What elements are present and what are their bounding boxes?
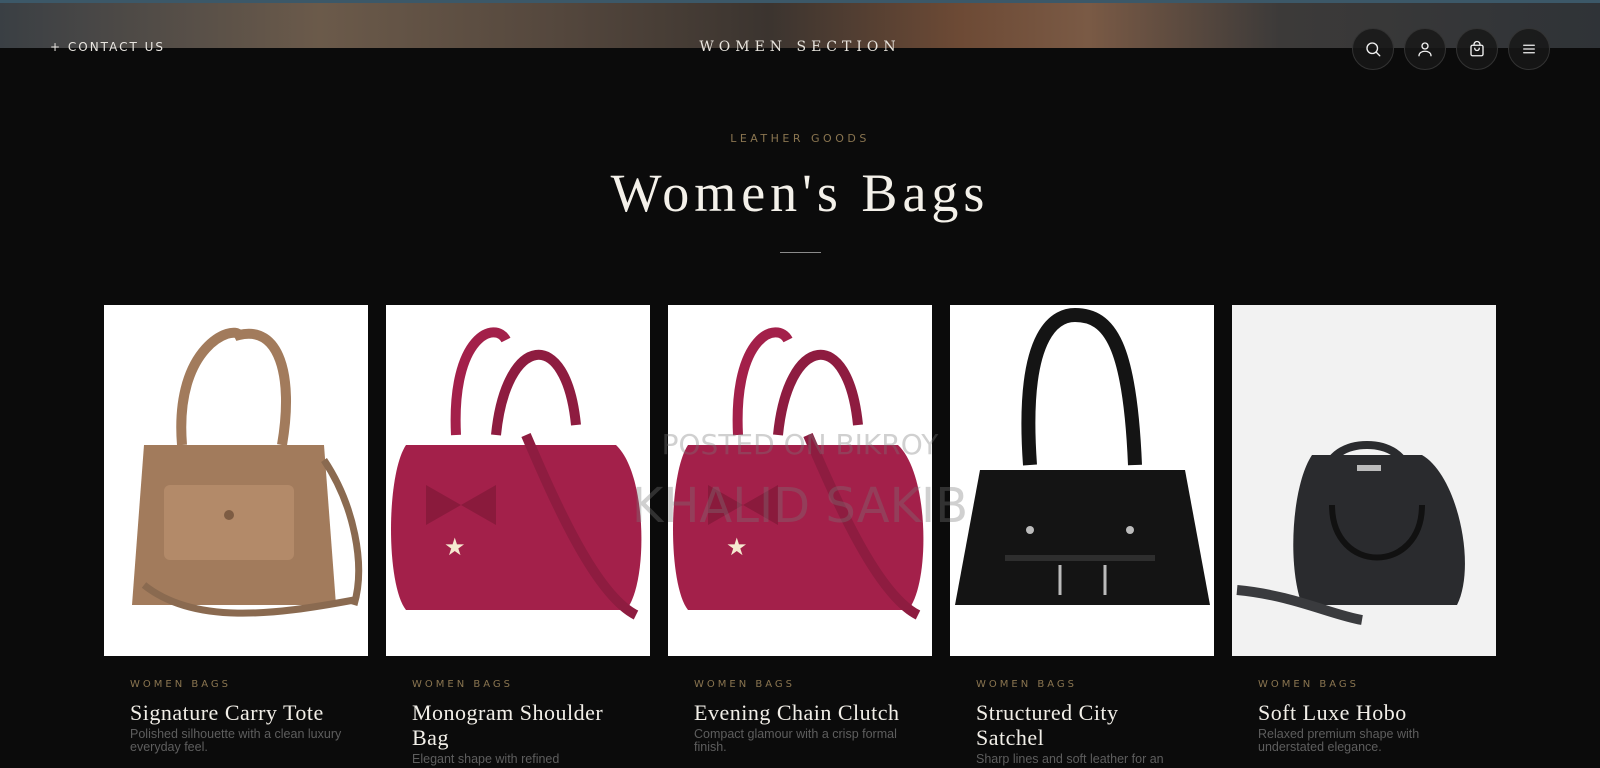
svg-text:★: ★	[726, 534, 748, 561]
menu-icon	[1523, 44, 1535, 54]
city-satchel-illustration	[955, 307, 1210, 605]
product-image[interactable]: ★	[668, 305, 932, 656]
section-title: Women's Bags	[610, 163, 990, 223]
account-button[interactable]	[1404, 28, 1446, 70]
search-button[interactable]	[1352, 28, 1394, 70]
title-divider	[780, 252, 821, 253]
product-card[interactable]: ★ WOMEN BAGS Evening Chain Clutch Compac…	[668, 305, 932, 766]
site-header: + CONTACT US WOMEN SECTION	[0, 0, 1600, 98]
product-category: WOMEN BAGS	[412, 679, 513, 690]
product-grid: WOMEN BAGS Signature Carry Tote Polished…	[104, 305, 1496, 766]
product-category: WOMEN BAGS	[694, 679, 795, 690]
user-icon	[1418, 42, 1432, 57]
product-description: Elegant shape with refined	[412, 752, 560, 766]
tote-bag-illustration	[132, 327, 363, 617]
cart-button[interactable]	[1456, 28, 1498, 70]
product-image[interactable]	[950, 305, 1214, 656]
product-name[interactable]: Evening Chain Clutch	[694, 700, 906, 725]
product-description: Relaxed premium shape with understated e…	[1258, 727, 1420, 754]
product-card[interactable]: WOMEN BAGS Soft Luxe Hobo Relaxed premiu…	[1232, 305, 1496, 766]
svg-text:★: ★	[444, 534, 466, 561]
product-name[interactable]: Signature Carry Tote	[130, 700, 342, 725]
search-icon	[1366, 42, 1381, 57]
product-description: Polished silhouette with a clean luxury …	[130, 727, 342, 754]
product-image[interactable]	[104, 305, 368, 656]
bag-icon	[1470, 40, 1484, 57]
section-eyebrow: LEATHER GOODS	[730, 132, 870, 145]
product-category: WOMEN BAGS	[1258, 679, 1359, 690]
product-card[interactable]: WOMEN BAGS Signature Carry Tote Polished…	[104, 305, 368, 766]
product-card[interactable]: ★ WOMEN BAGS Monogram Shoulder Bag Elega…	[386, 305, 650, 766]
product-description: Compact glamour with a crisp formal fini…	[694, 727, 897, 754]
product-category: WOMEN BAGS	[130, 679, 231, 690]
chain-clutch-illustration: ★	[673, 327, 924, 620]
product-image[interactable]: ★	[386, 305, 650, 656]
product-description: Sharp lines and soft leather for an	[976, 752, 1164, 766]
product-name[interactable]: Monogram Shoulder Bag	[412, 700, 624, 750]
shoulder-bag-illustration: ★	[391, 327, 642, 620]
product-image[interactable]	[1232, 305, 1496, 656]
product-card[interactable]: WOMEN BAGS Structured City Satchel Sharp…	[950, 305, 1214, 766]
product-name[interactable]: Soft Luxe Hobo	[1258, 700, 1470, 725]
header-actions	[1352, 28, 1550, 70]
product-name[interactable]: Structured City Satchel	[976, 700, 1188, 750]
hobo-bag-illustration	[1236, 441, 1465, 625]
product-category: WOMEN BAGS	[976, 679, 1077, 690]
menu-button[interactable]	[1508, 28, 1550, 70]
